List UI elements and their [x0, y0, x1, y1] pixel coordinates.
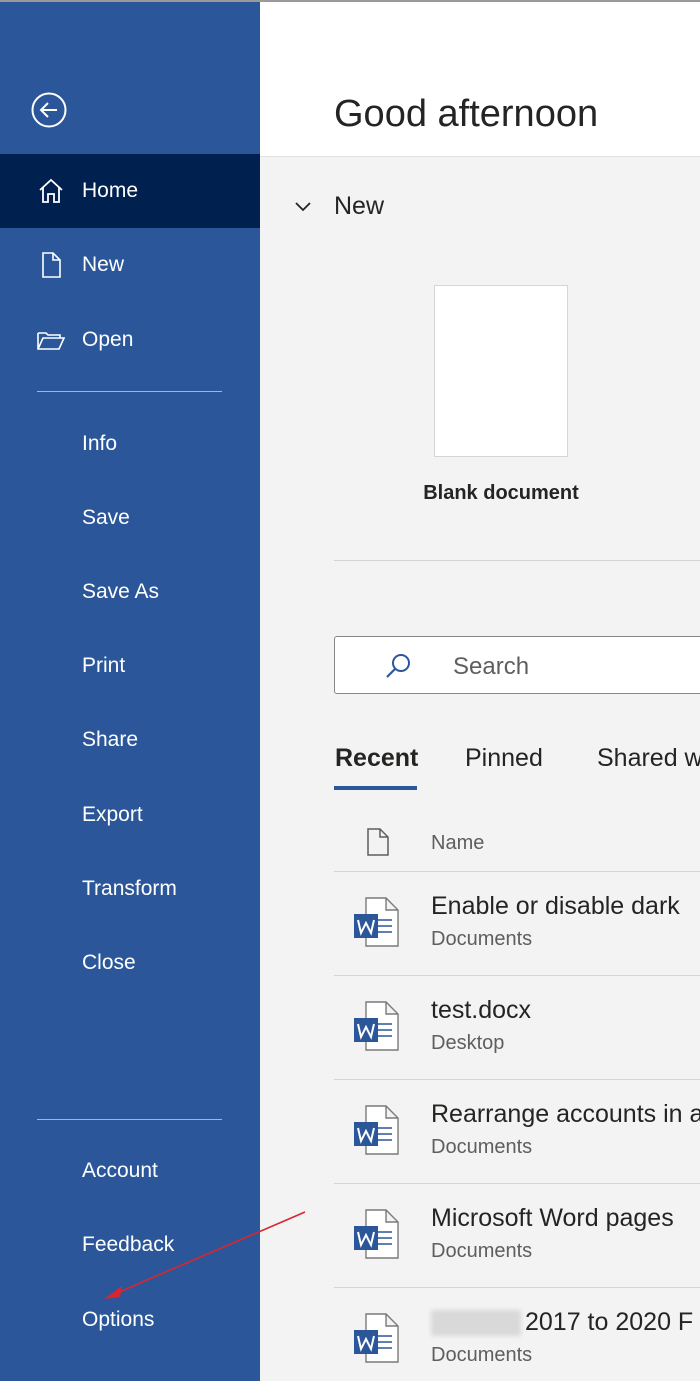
file-name: 2017 to 2020 F: [525, 1308, 694, 1336]
sidebar-item-close[interactable]: Close: [0, 926, 260, 1000]
search-input[interactable]: Search: [334, 636, 700, 694]
file-name: Microsoft Word pages: [431, 1204, 674, 1232]
list-item[interactable]: 2017 to 2020 F Documents: [334, 1288, 700, 1391]
sidebar-item-label: Options: [82, 1308, 155, 1331]
new-section-toggle[interactable]: New: [290, 188, 410, 228]
file-name: Rearrange accounts in a: [431, 1100, 700, 1128]
page-title: Good afternoon: [334, 93, 599, 135]
sidebar-item-open[interactable]: Open: [0, 303, 260, 377]
word-document-icon: [354, 1313, 399, 1363]
word-document-icon: [354, 1105, 399, 1155]
sidebar-item-label: Save As: [82, 580, 160, 603]
file-location: Desktop: [431, 1032, 505, 1054]
file-name-redacted: 2017 to 2020 F: [431, 1308, 693, 1337]
list-item[interactable]: Rearrange accounts in a Documents: [334, 1080, 700, 1183]
search-placeholder: Search: [453, 653, 530, 680]
sidebar-item-label: Account: [82, 1159, 158, 1182]
word-document-icon: [354, 1001, 399, 1051]
sidebar-item-label: Home: [82, 179, 139, 202]
sidebar-item-label: New: [82, 253, 125, 276]
sidebar-item-label: Info: [82, 432, 118, 455]
sidebar-divider: [37, 1119, 222, 1120]
sidebar-divider: [37, 391, 222, 392]
file-location: Documents: [431, 1240, 533, 1262]
tab-shared[interactable]: Shared w: [597, 744, 700, 773]
file-location: Documents: [431, 928, 533, 950]
list-item[interactable]: Microsoft Word pages Documents: [334, 1184, 700, 1287]
sidebar-item-export[interactable]: Export: [0, 778, 260, 852]
sidebar-item-label: Transform: [82, 877, 177, 900]
word-document-icon: [354, 897, 399, 947]
blank-document-label: Blank document: [423, 482, 579, 504]
search-icon: [386, 654, 410, 678]
sidebar-item-home[interactable]: Home: [0, 154, 260, 228]
section-divider: [334, 560, 700, 561]
tab-recent[interactable]: Recent: [335, 744, 418, 773]
word-document-icon: [354, 1209, 399, 1259]
sidebar-item-share[interactable]: Share: [0, 703, 260, 777]
sidebar-item-save[interactable]: Save: [0, 481, 260, 555]
chevron-down-icon: [295, 202, 311, 212]
file-name: Enable or disable dark: [431, 892, 680, 920]
active-tab-indicator: [334, 786, 417, 790]
back-arrow-icon: [31, 92, 67, 128]
sidebar-item-transform[interactable]: Transform: [0, 852, 260, 926]
name-column-header[interactable]: Name: [431, 832, 484, 855]
sidebar-item-account[interactable]: Account: [0, 1134, 260, 1208]
sidebar-item-label: Feedback: [82, 1233, 175, 1256]
backstage-sidebar: Home New Open Info Save Save As Print Sh…: [0, 2, 260, 1381]
sidebar-item-print[interactable]: Print: [0, 629, 260, 703]
file-location: Documents: [431, 1344, 533, 1366]
tab-pinned[interactable]: Pinned: [465, 744, 543, 773]
sidebar-item-label: Close: [82, 951, 136, 974]
file-name: test.docx: [431, 996, 532, 1024]
file-location: Documents: [431, 1136, 533, 1158]
list-item[interactable]: test.docx Desktop: [334, 976, 700, 1079]
new-section-title: New: [334, 192, 385, 220]
home-icon: [39, 178, 63, 203]
sidebar-item-feedback[interactable]: Feedback: [0, 1208, 260, 1282]
new-document-icon: [42, 252, 61, 278]
redacted-text-blur: [431, 1310, 521, 1337]
sidebar-item-info[interactable]: Info: [0, 407, 260, 481]
blank-document-template[interactable]: [434, 285, 568, 457]
sidebar-item-label: Print: [82, 654, 126, 677]
list-item[interactable]: Enable or disable dark Documents: [334, 872, 700, 975]
sidebar-item-label: Export: [82, 803, 143, 826]
sidebar-item-label: Share: [82, 728, 139, 751]
sidebar-item-label: Open: [82, 328, 134, 351]
sidebar-item-options[interactable]: Options: [0, 1283, 260, 1357]
back-button[interactable]: [31, 92, 67, 128]
sidebar-item-label: Save: [82, 506, 130, 529]
sidebar-item-save-as[interactable]: Save As: [0, 555, 260, 629]
open-folder-icon: [37, 332, 66, 350]
file-type-column-icon: [367, 828, 389, 856]
sidebar-item-new[interactable]: New: [0, 228, 260, 302]
